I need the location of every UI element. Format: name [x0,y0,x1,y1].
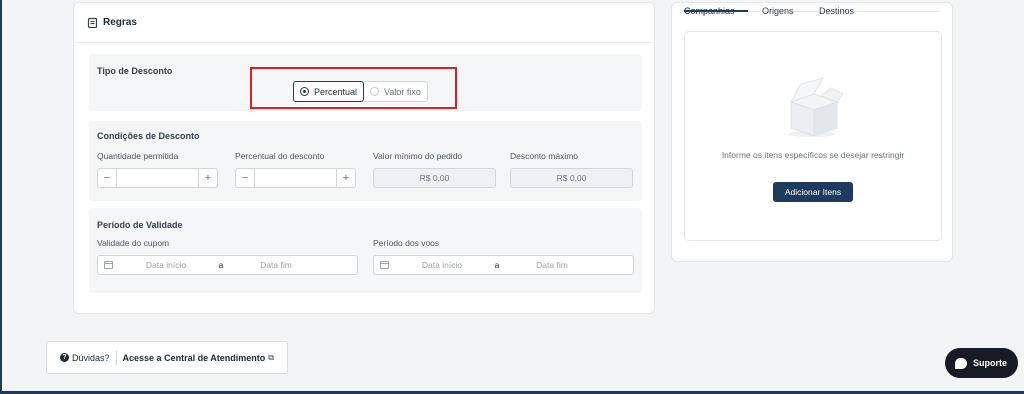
percent-stepper: − + [235,168,356,188]
discount-type-label: Tipo de Desconto [97,66,173,76]
discount-type-section: Tipo de Desconto Percentual Valor fixo [89,54,642,111]
coupon-validity-label: Validade do cupom [97,238,170,248]
clipboard-icon [87,17,98,28]
radio-valor-fixo-label: Valor fixo [384,86,421,97]
help-divider [115,350,117,365]
percent-plus-button[interactable]: + [336,168,356,188]
quantity-plus-button[interactable]: + [198,168,218,188]
help-question: Dúvidas? [72,352,110,363]
help-box: ? Dúvidas? Acesse a Central de Atendimen… [46,341,288,374]
rules-title: Regras [103,17,137,28]
conditions-title: Condições de Desconto [97,131,200,141]
flights-end-date[interactable]: Data fim [507,260,597,270]
min-order-label: Valor mínimo do pedido [373,151,463,161]
radio-percentual[interactable]: Percentual [293,81,365,102]
percent-minus-button[interactable]: − [235,168,255,188]
coupon-date-range[interactable]: Data início a Data fim [97,255,358,275]
percent-input[interactable] [255,168,336,188]
items-empty-state: Informe os itens específicos se desejar … [684,31,942,241]
conditions-section: Condições de Desconto Quantidade permiti… [89,121,642,201]
calendar-icon [104,261,113,269]
tab-origens[interactable]: Origens [762,6,794,16]
radio-dot-unselected [370,87,380,96]
active-tab-indicator [684,10,748,12]
support-button[interactable]: Suporte [945,348,1018,378]
calendar-icon [380,261,389,269]
rules-header: Regras [74,3,654,43]
empty-message: Informe os itens específicos se desejar … [721,150,905,160]
support-label: Suporte [973,358,1008,368]
radio-percentual-label: Percentual [314,86,358,97]
coupon-end-date[interactable]: Data fim [231,260,321,270]
help-center-link[interactable]: Acesse a Central de Atendimento [123,353,266,363]
external-link-icon[interactable]: ⧉ [268,353,274,363]
percent-label: Percentual do desconto [235,151,325,161]
chat-icon [955,357,967,369]
quantity-label: Quantidade permitida [97,151,179,161]
add-items-button[interactable]: Adicionar Itens [773,182,853,202]
flights-period-label: Período dos voos [373,238,440,248]
discount-type-radio-group: Percentual Valor fixo [293,81,428,102]
flights-date-range[interactable]: Data início a Data fim [373,255,634,275]
date-separator: a [494,260,500,270]
flights-start-date[interactable]: Data início [397,260,487,270]
restrictions-card: Companhias Origens Destinos Informe os i… [671,2,953,262]
max-discount-input[interactable]: R$ 0,00 [510,168,633,188]
max-discount-label: Desconto máximo [510,151,579,161]
date-separator: a [218,260,224,270]
rules-card: Regras Tipo de Desconto Percentual Valor… [73,2,655,314]
tab-destinos[interactable]: Destinos [819,6,854,16]
question-circle-icon: ? [60,353,69,362]
coupon-start-date[interactable]: Data início [121,260,211,270]
radio-valor-fixo[interactable]: Valor fixo [364,81,428,102]
quantity-minus-button[interactable]: − [97,168,117,188]
quantity-stepper: − + [97,168,218,188]
validity-title: Período de Validade [97,220,183,230]
quantity-input[interactable] [117,168,198,188]
radio-dot-selected [300,87,309,96]
validity-section: Período de Validade Validade do cupom Pe… [89,208,642,293]
empty-box-icon [788,77,844,137]
min-order-input[interactable]: R$ 0,00 [373,168,496,188]
